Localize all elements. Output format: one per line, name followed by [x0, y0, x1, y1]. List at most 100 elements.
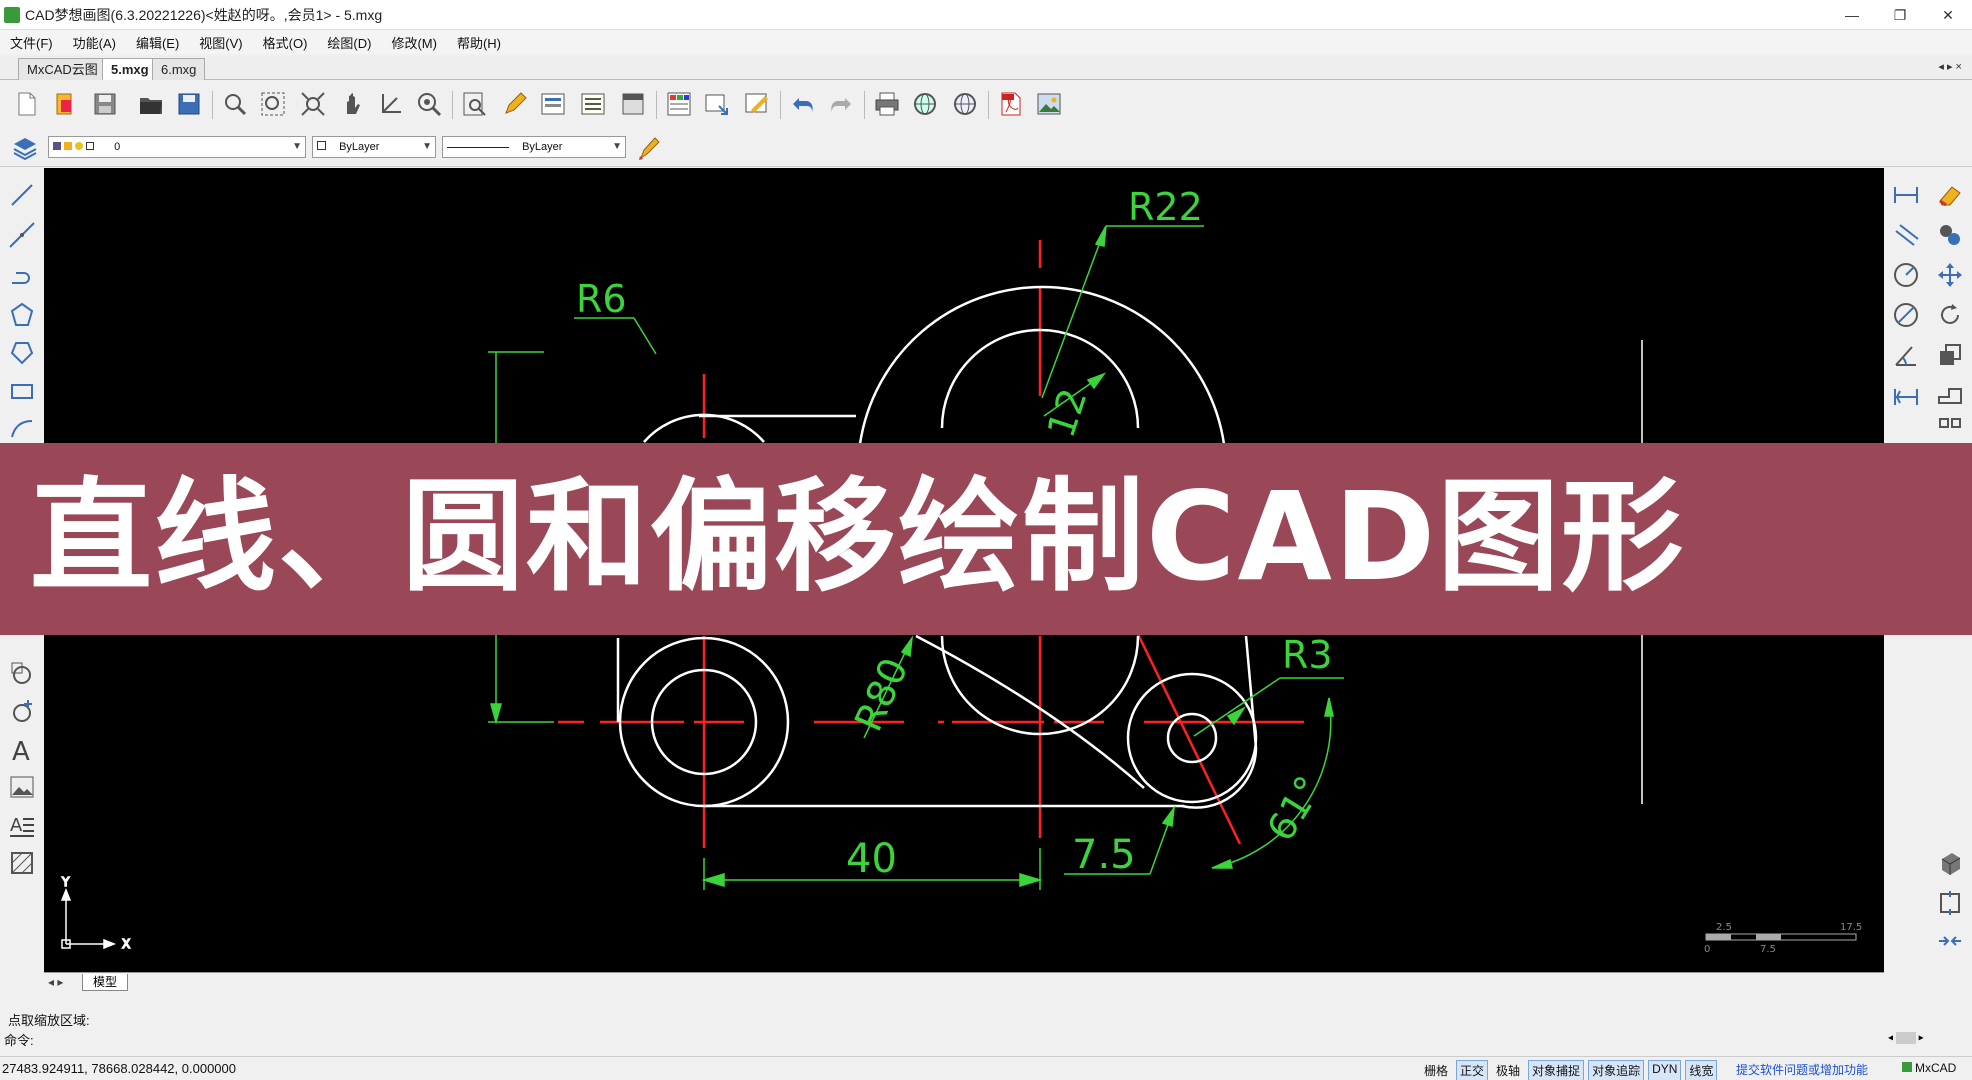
- print-button[interactable]: [870, 87, 904, 121]
- web-open-button[interactable]: [948, 87, 982, 121]
- zoom-window-icon: [261, 92, 285, 116]
- menu-function[interactable]: 功能(A): [73, 33, 116, 52]
- maximize-button[interactable]: ❐: [1876, 0, 1924, 30]
- web-publish-button[interactable]: [908, 87, 942, 121]
- array-button[interactable]: [1934, 413, 1966, 445]
- tab-mxcad-cloud[interactable]: MxCAD云图: [18, 58, 107, 80]
- tab-scroll-arrows[interactable]: ◂ ▸ ×: [1938, 60, 1962, 73]
- color-dropdown[interactable]: ByLayer ▼: [312, 136, 436, 158]
- export-pdf-button[interactable]: [994, 87, 1028, 121]
- hatch-tool-button[interactable]: [6, 847, 38, 879]
- mtext-tool-button[interactable]: A: [6, 809, 38, 841]
- menu-view[interactable]: 视图(V): [199, 33, 242, 52]
- tab-5-mxg[interactable]: 5.mxg: [102, 58, 158, 80]
- stretch-button[interactable]: [1934, 379, 1966, 411]
- toolbar-separator: [864, 91, 865, 119]
- polyline-tool-button[interactable]: [6, 259, 38, 291]
- edit-text-button[interactable]: [498, 87, 532, 121]
- xline-tool-button[interactable]: [6, 219, 38, 251]
- block-insert-tool-button[interactable]: [6, 657, 38, 689]
- redo-button[interactable]: [824, 87, 858, 121]
- save-button[interactable]: [88, 87, 122, 121]
- osnap-toggle[interactable]: 对象捕捉: [1528, 1060, 1585, 1080]
- save-icon: [94, 93, 116, 115]
- properties-button[interactable]: [536, 87, 570, 121]
- ucs-button[interactable]: [374, 87, 408, 121]
- globe-link-icon: [954, 93, 976, 115]
- radius-dim-button[interactable]: [1890, 259, 1922, 291]
- rotate-button[interactable]: [1934, 299, 1966, 331]
- copy-button[interactable]: [1934, 219, 1966, 251]
- pentagon-tool-button[interactable]: [6, 337, 38, 369]
- dyn-toggle[interactable]: DYN: [1648, 1060, 1682, 1080]
- menu-draw[interactable]: 绘图(D): [327, 33, 371, 52]
- eraser-icon: [1939, 186, 1961, 207]
- toolbar-separator: [656, 91, 657, 119]
- linetype-dropdown[interactable]: ByLayer ▼: [442, 136, 626, 158]
- ucs-x-label: X: [122, 937, 130, 951]
- block-button[interactable]: [616, 87, 650, 121]
- layout-scroll-arrows[interactable]: ◂ ▸: [48, 975, 63, 989]
- otrack-toggle[interactable]: 对象追踪: [1588, 1060, 1645, 1080]
- scrollbar-thumb[interactable]: [1895, 1032, 1916, 1044]
- command-scrollbar[interactable]: ◂ ▸: [1888, 1032, 1938, 1048]
- insert-block-button[interactable]: [700, 87, 734, 121]
- scale-button[interactable]: [1934, 339, 1966, 371]
- menu-help[interactable]: 帮助(H): [457, 33, 501, 52]
- close-button[interactable]: ✕: [1924, 0, 1972, 30]
- zoom-window-button[interactable]: [256, 87, 290, 121]
- find-button[interactable]: [458, 87, 492, 121]
- command-prompt-input[interactable]: 命令:: [4, 1030, 34, 1049]
- export-image-button[interactable]: [1032, 87, 1066, 121]
- zoom-previous-button[interactable]: [412, 87, 446, 121]
- mxcad-brand[interactable]: MxCAD: [1902, 1061, 1956, 1075]
- line-tool-button[interactable]: [6, 179, 38, 211]
- zoom-realtime-button[interactable]: [218, 87, 252, 121]
- new-file-button[interactable]: [10, 87, 44, 121]
- image-tool-button[interactable]: [6, 771, 38, 803]
- ortho-toggle[interactable]: 正交: [1456, 1060, 1489, 1080]
- design-center-button[interactable]: [740, 87, 774, 121]
- open-folder-button[interactable]: [134, 87, 168, 121]
- chevron-right-icon[interactable]: ▸: [1919, 1033, 1924, 1044]
- angular-dim-button[interactable]: [1890, 339, 1922, 371]
- undo-button[interactable]: [786, 87, 820, 121]
- zoom-extents-button[interactable]: [296, 87, 330, 121]
- move-button[interactable]: [1934, 259, 1966, 291]
- minimize-button[interactable]: —: [1828, 0, 1876, 30]
- menu-format[interactable]: 格式(O): [263, 33, 308, 52]
- tab-model[interactable]: 模型: [82, 974, 129, 991]
- layer-button[interactable]: [8, 131, 42, 165]
- pan-button[interactable]: [336, 87, 370, 121]
- text-tool-button[interactable]: A: [6, 733, 38, 765]
- construction-line-icon: [9, 222, 35, 248]
- explode-button[interactable]: [1934, 887, 1966, 919]
- join-button[interactable]: [1934, 925, 1966, 957]
- linear-dim-button[interactable]: [1890, 179, 1922, 211]
- tab-6-mxg[interactable]: 6.mxg: [152, 58, 206, 80]
- polygon-tool-button[interactable]: [6, 299, 38, 331]
- feedback-link[interactable]: 提交软件问题或增加功能: [1736, 1061, 1868, 1078]
- polar-toggle[interactable]: 极轴: [1492, 1060, 1524, 1080]
- save-as-button[interactable]: [172, 87, 206, 121]
- diameter-dim-button[interactable]: [1890, 299, 1922, 331]
- menu-file[interactable]: 文件(F): [10, 33, 53, 52]
- layer-manager-button[interactable]: [662, 87, 696, 121]
- aligned-dim-button[interactable]: [1890, 219, 1922, 251]
- chevron-left-icon[interactable]: ◂: [1888, 1033, 1893, 1044]
- menu-modify[interactable]: 修改(M): [391, 33, 437, 52]
- rectangle-tool-button[interactable]: [6, 375, 38, 407]
- arc-tool-button[interactable]: [6, 413, 38, 445]
- baseline-dim-button[interactable]: [1890, 379, 1922, 411]
- lineweight-toggle[interactable]: 线宽: [1685, 1060, 1718, 1080]
- erase-button[interactable]: [1934, 179, 1966, 211]
- open-template-button[interactable]: [48, 87, 82, 121]
- menu-edit[interactable]: 编辑(E): [136, 33, 179, 52]
- layer-dropdown[interactable]: 0 ▼: [48, 136, 306, 158]
- list-button[interactable]: [576, 87, 610, 121]
- make-block-tool-button[interactable]: [6, 695, 38, 727]
- match-properties-button[interactable]: [632, 131, 666, 165]
- grid-toggle[interactable]: 栅格: [1420, 1060, 1452, 1080]
- zoom-icon: [225, 94, 247, 116]
- 3d-box-button[interactable]: [1934, 847, 1966, 879]
